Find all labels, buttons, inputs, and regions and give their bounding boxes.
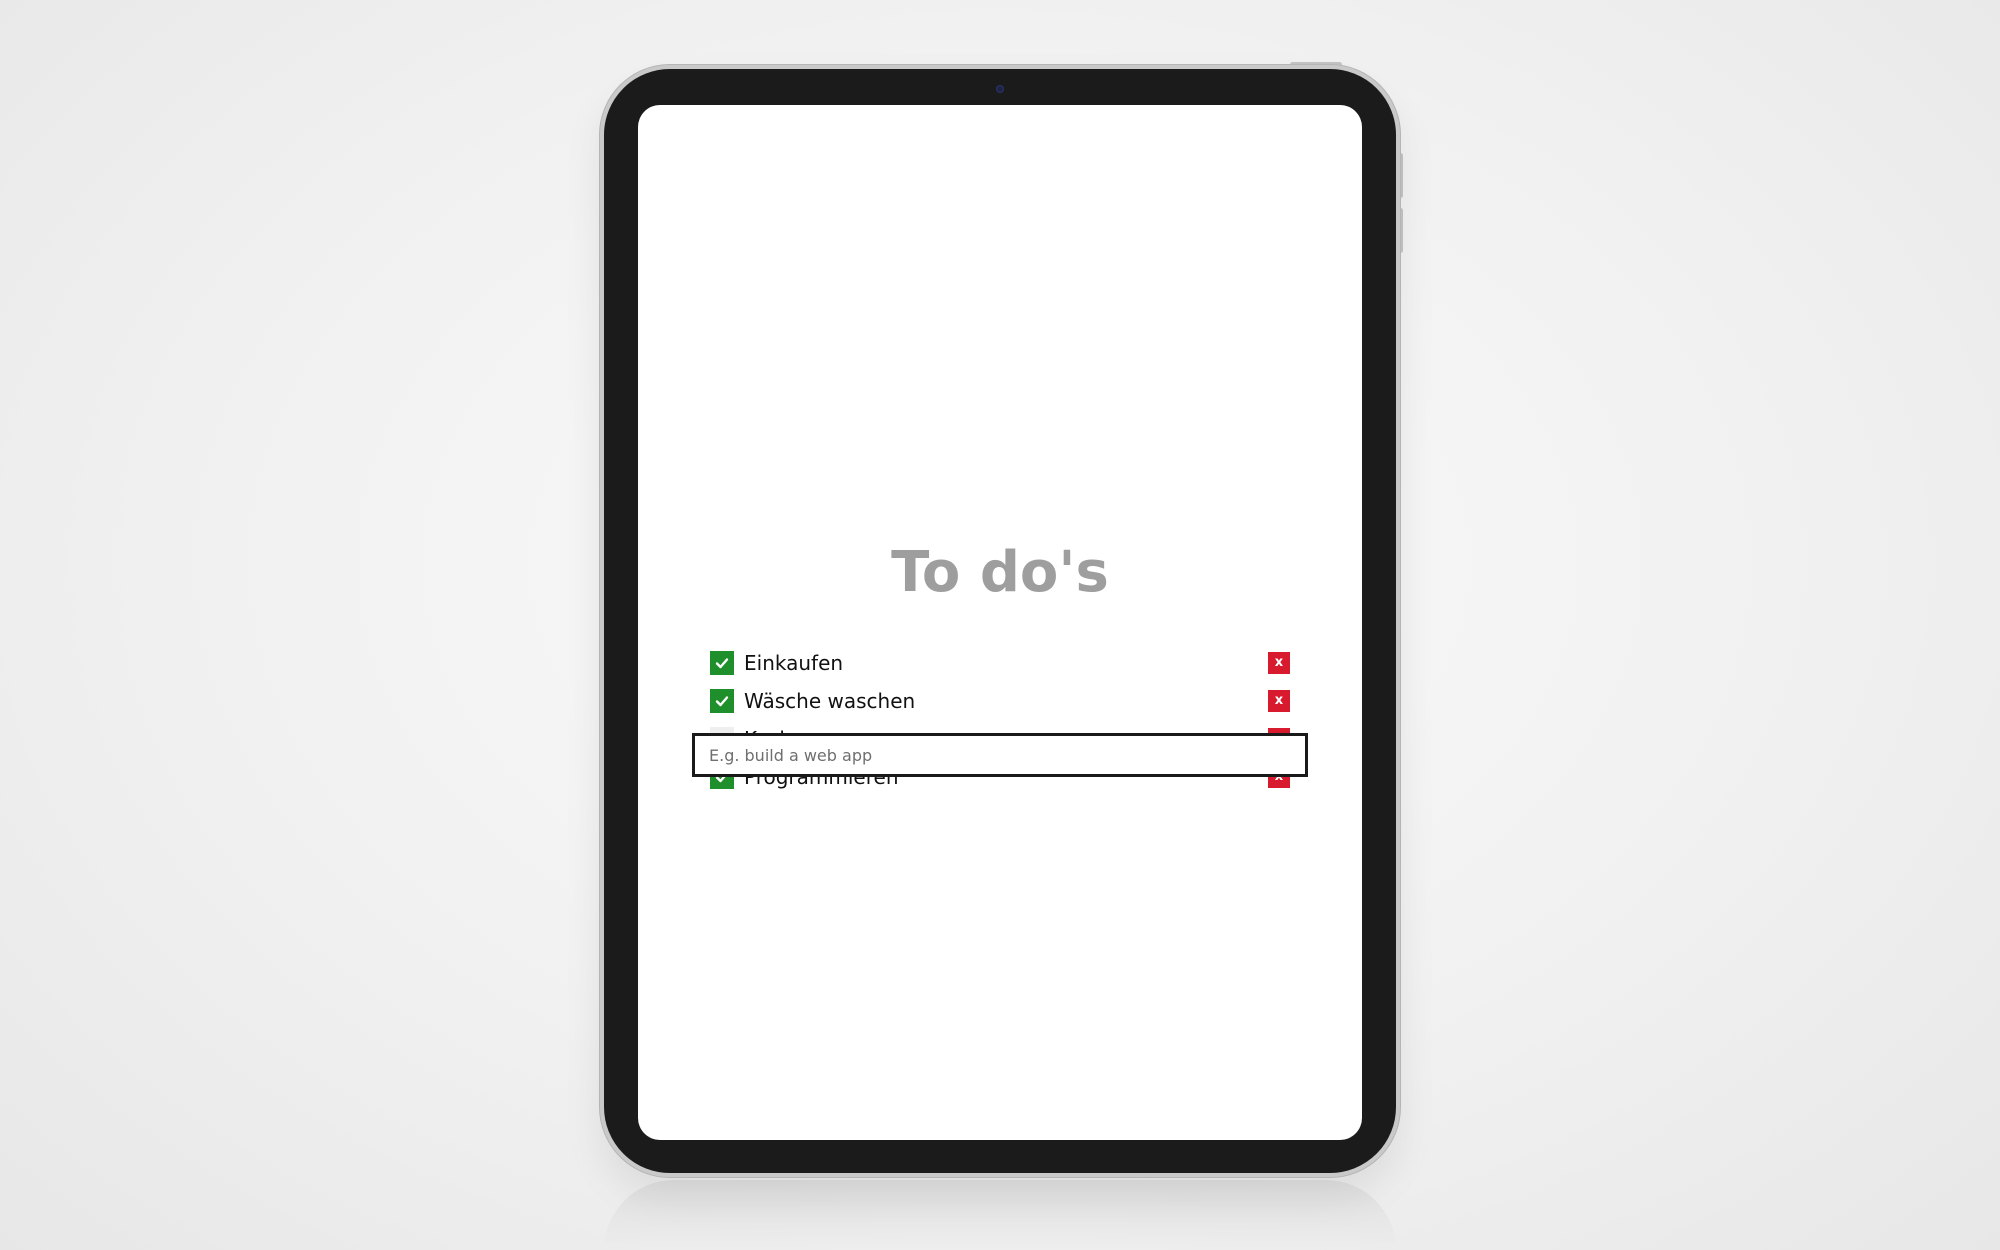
delete-todo-button[interactable]: x	[1268, 690, 1290, 712]
todo-item: Einkaufen x	[710, 644, 1290, 682]
todo-label: Wäsche waschen	[744, 689, 916, 713]
page-title: To do's	[891, 540, 1109, 605]
tablet-screen: To do's Einkaufen x Wäsche waschen x Pro…	[638, 105, 1362, 1140]
device-reflection	[604, 1180, 1396, 1250]
front-camera	[996, 85, 1004, 93]
delete-todo-button[interactable]: x	[1268, 652, 1290, 674]
todo-label: Einkaufen	[744, 651, 844, 675]
todo-checkbox[interactable]	[710, 689, 734, 713]
check-icon	[715, 696, 729, 707]
new-todo-input[interactable]	[692, 733, 1308, 777]
todo-checkbox[interactable]	[710, 651, 734, 675]
check-icon	[715, 658, 729, 669]
todo-item: Wäsche waschen x	[710, 682, 1290, 720]
